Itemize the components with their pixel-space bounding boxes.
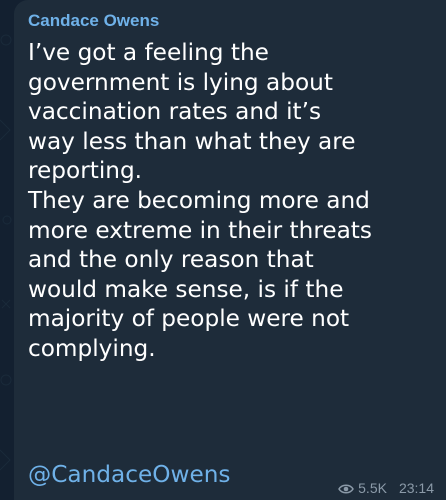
message-bubble: Candace Owens I’ve got a feeling the gov… xyxy=(14,0,446,500)
message-text: I’ve got a feeling the government is lyi… xyxy=(28,39,372,362)
view-count: 5.5K xyxy=(358,480,387,496)
message-meta: 5.5K 23:14 xyxy=(338,480,434,496)
mention-link[interactable]: @CandaceOwens xyxy=(28,460,230,490)
eye-icon xyxy=(338,482,355,494)
sender-name[interactable]: Candace Owens xyxy=(28,10,432,32)
message-time: 23:14 xyxy=(398,480,434,496)
